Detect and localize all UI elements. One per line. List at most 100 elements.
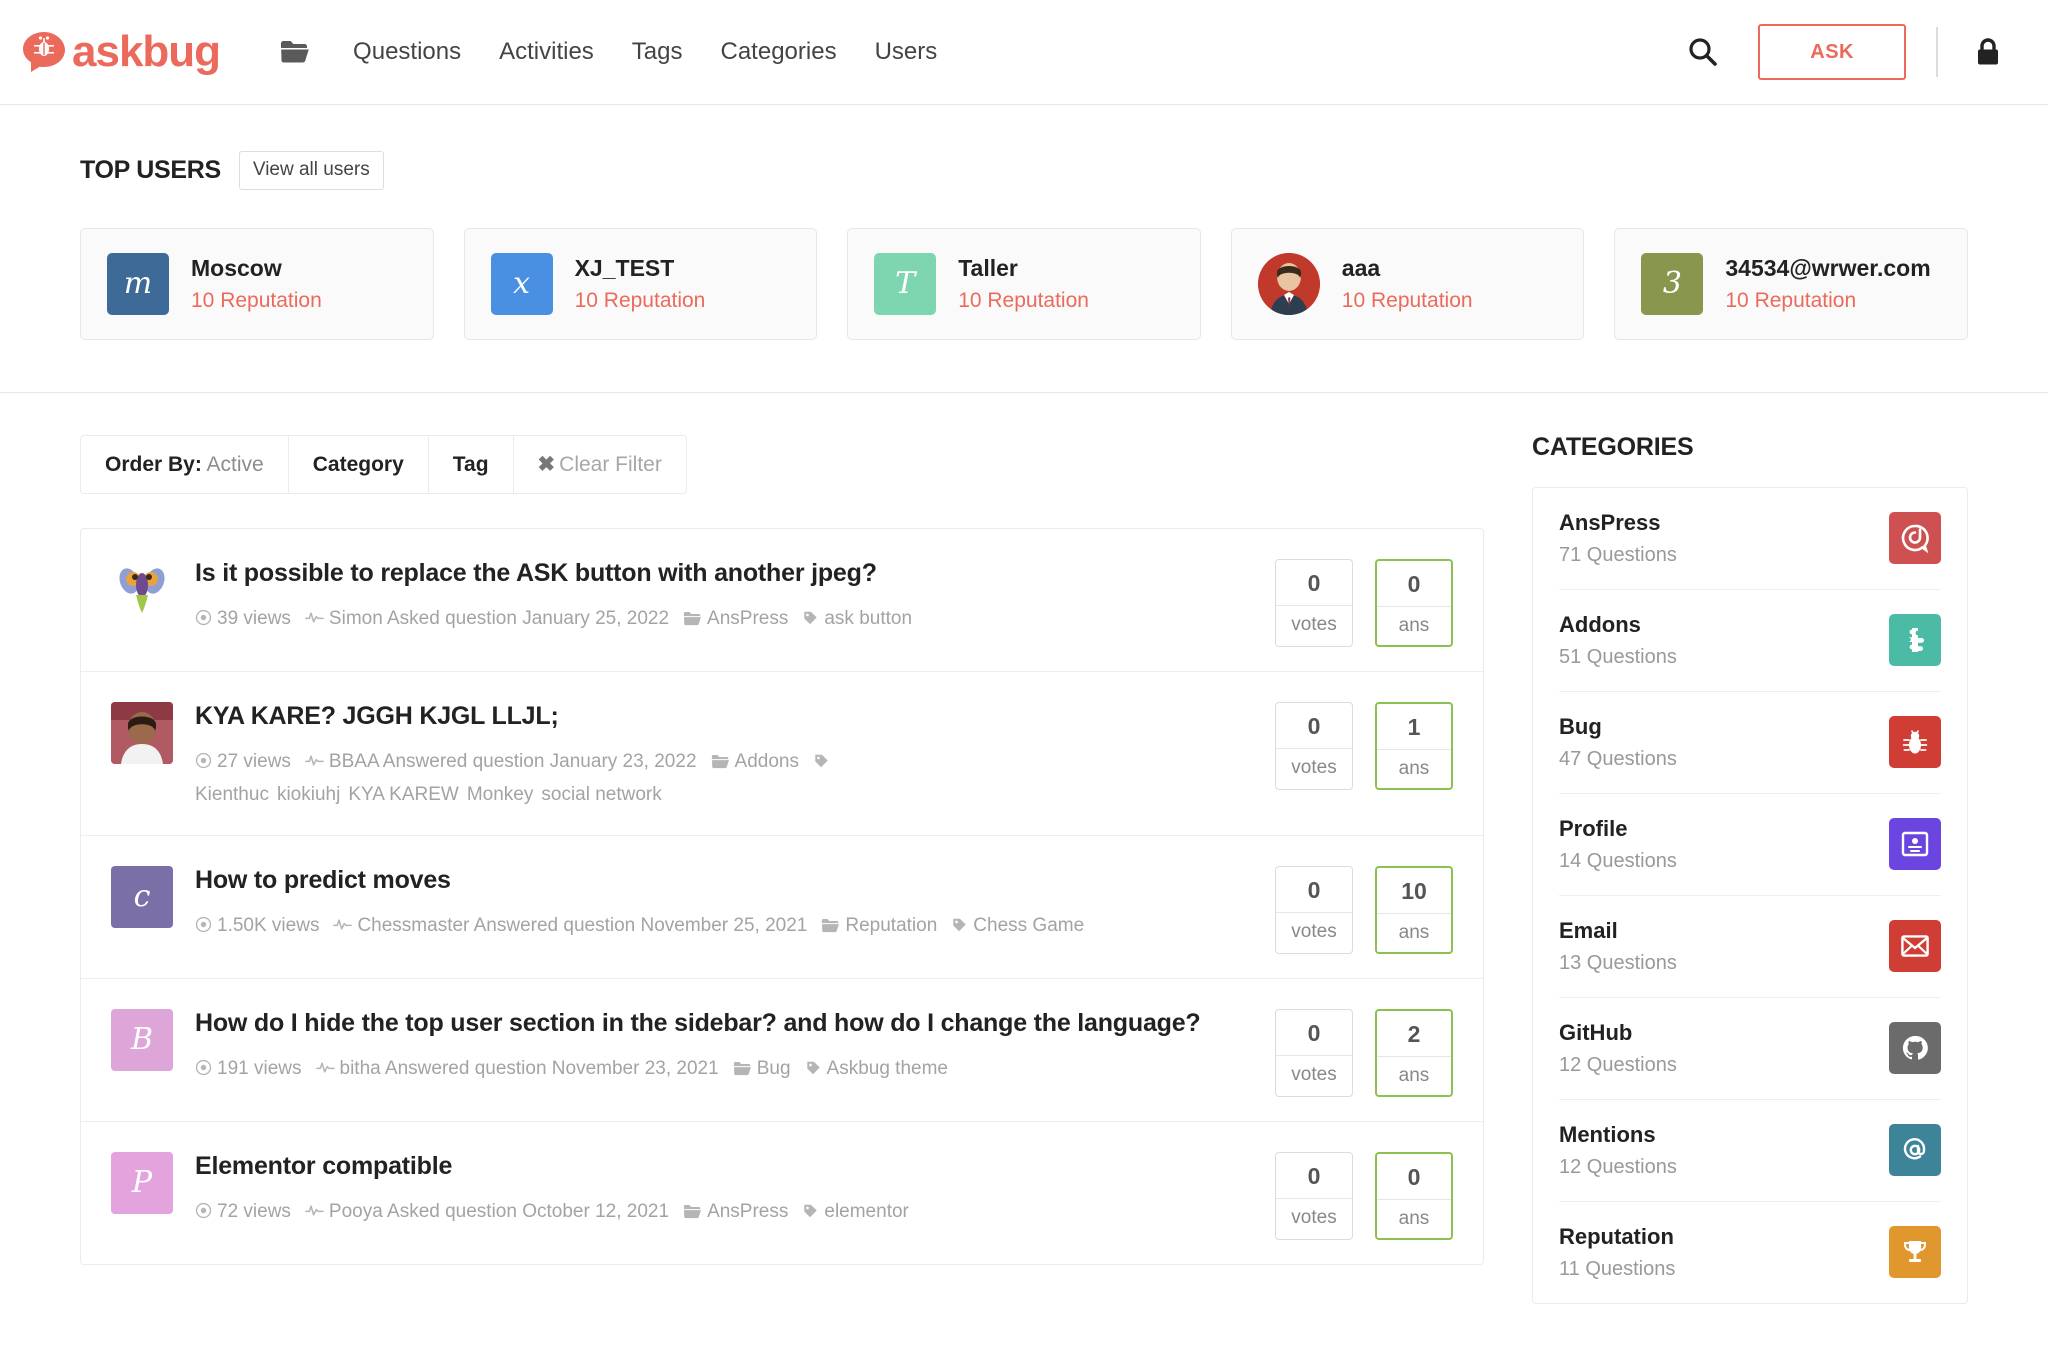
answers-count: 0 [1377,561,1451,607]
votes-box: 0 votes [1275,1151,1353,1240]
question-author-avatar: c [111,865,173,928]
top-users-list: m Moscow 10 Reputation x XJ_TEST 10 Reputatio… [80,227,1968,340]
category-row[interactable]: Mentions 12 Questions [1559,1100,1941,1202]
answers-label: ans [1398,921,1430,943]
folder-icon [683,608,707,629]
question-tag[interactable]: Monkey [467,784,534,805]
category-name: Bug [1559,713,1602,739]
top-user-card[interactable]: T Taller 10 Reputation [847,227,1201,340]
category-info: Mentions 12 Questions [1559,1122,1889,1179]
question-views: 39 views [195,608,291,629]
question-tag[interactable]: elementor [824,1201,909,1222]
question-tag[interactable]: social network [541,784,661,805]
activity-icon [305,751,329,772]
activity-icon [305,1201,329,1222]
question-category[interactable]: Bug [733,1058,791,1079]
tag-icon [802,608,824,629]
question-title[interactable]: Is it possible to replace the ASK button… [195,555,1255,591]
question-category[interactable]: AnsPress [683,608,788,629]
question-tag[interactable]: Kienthuc [195,784,269,805]
category-info: GitHub 12 Questions [1559,1020,1889,1077]
folder-icon [711,751,735,772]
nav-item-activities[interactable]: Activities [480,40,613,64]
top-user-card[interactable]: 3 34534@wrwer.com 10 Reputation [1614,227,1968,340]
category-question-count: 51 Questions [1559,645,1677,668]
nav-item-categories[interactable]: Categories [702,40,856,64]
category-row[interactable]: Email 13 Questions [1559,896,1941,998]
votes-box: 0 votes [1275,558,1353,647]
answers-count: 1 [1377,704,1451,750]
category-row[interactable]: GitHub 12 Questions [1559,998,1941,1100]
category-question-count: 71 Questions [1559,543,1677,566]
question-category[interactable]: AnsPress [683,1201,788,1222]
question-row[interactable]: c How to predict moves 1.50K views Chessmas… [81,836,1483,979]
category-info: AnsPress 71 Questions [1559,510,1889,567]
filter-order-by[interactable]: Order By: Active [81,435,289,493]
question-body: How do I hide the top user section in th… [195,1005,1275,1086]
question-category[interactable]: Reputation [821,915,937,936]
category-row[interactable]: Bug 47 Questions [1559,692,1941,794]
nav-item-questions[interactable]: Questions [334,40,480,64]
top-user-card[interactable]: m Moscow 10 Reputation [80,227,434,340]
question-title[interactable]: How to predict moves [195,862,1255,898]
top-users-header: TOP USERS View all users [80,151,1968,190]
category-row[interactable]: AnsPress 71 Questions [1559,488,1941,590]
category-row[interactable]: Addons 51 Questions [1559,590,1941,692]
site-logo[interactable]: askbug [20,28,221,76]
question-tag[interactable]: Chess Game [973,915,1084,936]
filter-tag[interactable]: Tag [429,435,514,493]
question-activity-label: BBAA Answered question January 23, 2022 [328,751,697,773]
folder-icon [683,1201,707,1222]
categories-title: CATEGORIES [1532,432,1694,461]
top-user-name: aaa [1341,254,1381,281]
filter-bar: Order By: Active Category Tag ✖ Clear Fil… [80,434,687,494]
question-views-label: 1.50K views [217,915,320,937]
question-title[interactable]: KYA KARE? JGGH KJGL LLJL; [195,698,1255,734]
category-row[interactable]: Profile 14 Questions [1559,794,1941,896]
question-meta: 72 views Pooya Asked question October 12,… [195,1196,1255,1228]
question-activity: Chessmaster Answered question November 2… [333,915,807,936]
eye-icon [195,608,217,629]
main-nav: Questions Activities Tags Categories Use… [334,40,956,64]
top-user-meta: Taller 10 Reputation [958,255,1089,313]
answers-label: ans [1398,1207,1430,1229]
filter-tag-label: Tag [452,452,489,476]
filter-category[interactable]: Category [289,435,429,493]
question-tag[interactable]: kiokiuhj [277,784,340,805]
question-title[interactable]: How do I hide the top user section in th… [195,1005,1255,1041]
folder-icon[interactable] [278,35,312,69]
votes-count: 0 [1276,560,1352,606]
question-views: 1.50K views [195,915,319,936]
questions-list: Is it possible to replace the ASK button… [80,527,1484,1265]
top-user-name: Moscow [191,254,282,281]
question-row[interactable]: P Elementor compatible 72 views Pooya Asked… [81,1122,1483,1264]
question-views: 191 views [195,1058,302,1079]
question-row[interactable]: Is it possible to replace the ASK button… [81,529,1483,672]
question-tag[interactable]: ask button [824,608,912,629]
top-user-reputation: 10 Reputation [191,288,322,312]
top-user-card[interactable]: x XJ_TEST 10 Reputation [463,227,818,340]
search-icon[interactable] [1676,25,1730,79]
filter-order-by-label: Order By: [105,452,202,476]
question-row[interactable]: B How do I hide the top user section in t… [81,979,1483,1122]
question-row[interactable]: KYA KARE? JGGH KJGL LLJL; 27 views BBAA An… [81,672,1483,836]
header-divider [1936,27,1938,77]
question-tag[interactable]: KYA KAREW [348,784,459,805]
view-all-users-button[interactable]: View all users [238,151,384,190]
envelope-icon [1889,920,1941,973]
question-category[interactable]: Addons [711,751,799,772]
activity-icon [305,608,329,629]
ask-button[interactable]: ASK [1758,24,1906,80]
nav-item-users[interactable]: Users [856,40,957,64]
top-user-card[interactable]: aaa 10 Reputation [1230,227,1585,340]
lock-icon[interactable] [1968,30,2008,74]
nav-item-tags[interactable]: Tags [613,40,702,64]
top-users-title: TOP USERS [80,155,221,184]
category-row[interactable]: Reputation 11 Questions [1559,1202,1941,1303]
question-meta: 1.50K views Chessmaster Answered question… [195,910,1255,942]
question-tag[interactable]: Askbug theme [827,1058,948,1079]
filter-clear[interactable]: ✖ Clear Filter [514,436,686,493]
category-name: Profile [1559,815,1628,841]
votes-label: votes [1291,1063,1337,1085]
question-title[interactable]: Elementor compatible [195,1148,1255,1184]
